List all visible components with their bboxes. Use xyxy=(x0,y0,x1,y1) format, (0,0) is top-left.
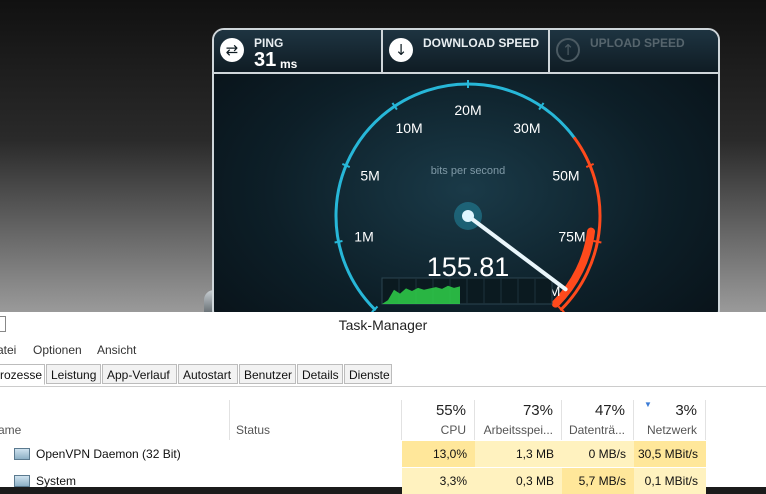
menu-datei[interactable]: atei xyxy=(0,343,16,357)
gauge-tick-label: 10M xyxy=(395,120,422,136)
tab-app-verlauf[interactable]: App-Verlauf xyxy=(102,364,177,384)
process-status xyxy=(230,441,402,467)
process-cpu: 13,0% xyxy=(402,441,475,467)
process-memory: 1,3 MB xyxy=(475,441,562,467)
tab-dienste[interactable]: Dienste xyxy=(344,364,392,384)
process-disk: 5,7 MB/s xyxy=(562,468,634,494)
menu-ansicht[interactable]: Ansicht xyxy=(97,343,136,357)
process-name: System xyxy=(36,474,77,488)
speed-gauge: 01M5M10M20M30M50M75M155M bits per second… xyxy=(334,80,602,313)
process-table: ame Status 55% CPU 73% Arbeitsspei... 47… xyxy=(0,400,766,494)
process-status xyxy=(230,468,402,494)
gauge-subtitle: bits per second xyxy=(431,165,506,177)
menu-bar: atei Optionen Ansicht xyxy=(0,340,766,360)
process-name: OpenVPN Daemon (32 Bit) xyxy=(36,447,181,461)
gauge-tick-label: 30M xyxy=(513,120,540,136)
process-disk: 0 MB/s xyxy=(562,441,634,467)
tab-prozesse[interactable]: rozesse xyxy=(0,364,45,385)
column-header-network[interactable]: ▼ 3% Netzwerk xyxy=(634,400,706,440)
title-bar[interactable]: Task-Manager xyxy=(0,312,766,338)
needle-hub xyxy=(462,210,474,222)
gauge-tick-mark xyxy=(334,239,343,244)
tab-autostart[interactable]: Autostart xyxy=(178,364,238,384)
gauge-tick-label: 50M xyxy=(552,167,579,183)
gauge-tick-label: 5M xyxy=(360,167,379,183)
menu-optionen[interactable]: Optionen xyxy=(33,343,82,357)
gauge-tick-mark xyxy=(593,239,602,244)
process-memory: 0,3 MB xyxy=(475,468,562,494)
column-header-disk[interactable]: 47% Datenträ... xyxy=(562,400,634,440)
column-header-memory[interactable]: 73% Arbeitsspei... xyxy=(475,400,562,440)
gauge-tick-label: 75M xyxy=(558,229,585,245)
gauge-tick-label: 1M xyxy=(354,229,373,245)
column-header-cpu[interactable]: 55% CPU xyxy=(402,400,475,440)
speedtest-panel: ⇄ PING 31 ms ↓ DOWNLOAD SPEED ↑ UPLOAD S… xyxy=(212,28,720,322)
table-row[interactable]: OpenVPN Daemon (32 Bit) 13,0% 1,3 MB 0 M… xyxy=(0,441,766,467)
process-window-icon xyxy=(14,448,30,460)
tab-benutzer[interactable]: Benutzer xyxy=(239,364,296,384)
gauge-tick-mark xyxy=(341,163,351,168)
sort-arrow-icon: ▼ xyxy=(644,400,652,409)
gauge-tick-label: 20M xyxy=(454,102,481,118)
gauge-tick-mark xyxy=(585,163,595,168)
tab-details[interactable]: Details xyxy=(297,364,343,384)
window-title: Task-Manager xyxy=(338,317,428,333)
table-row[interactable]: System 3,3% 0,3 MB 5,7 MB/s 0,1 MBit/s xyxy=(0,468,766,494)
process-network: 0,1 MBit/s xyxy=(634,468,706,494)
column-header-status[interactable]: Status xyxy=(230,400,402,440)
tab-leistung[interactable]: Leistung xyxy=(46,364,101,384)
process-network: 30,5 MBit/s xyxy=(634,441,706,467)
process-window-icon xyxy=(14,475,30,487)
column-header-name[interactable]: ame xyxy=(0,400,230,440)
current-speed-value: 155.81 xyxy=(427,252,510,282)
task-manager-window: Task-Manager atei Optionen Ansicht rozes… xyxy=(0,312,766,494)
tab-bar: rozesse Leistung App-Verlauf Autostart B… xyxy=(0,362,766,387)
gauge-arc-red xyxy=(559,136,602,311)
process-cpu: 3,3% xyxy=(402,468,475,494)
